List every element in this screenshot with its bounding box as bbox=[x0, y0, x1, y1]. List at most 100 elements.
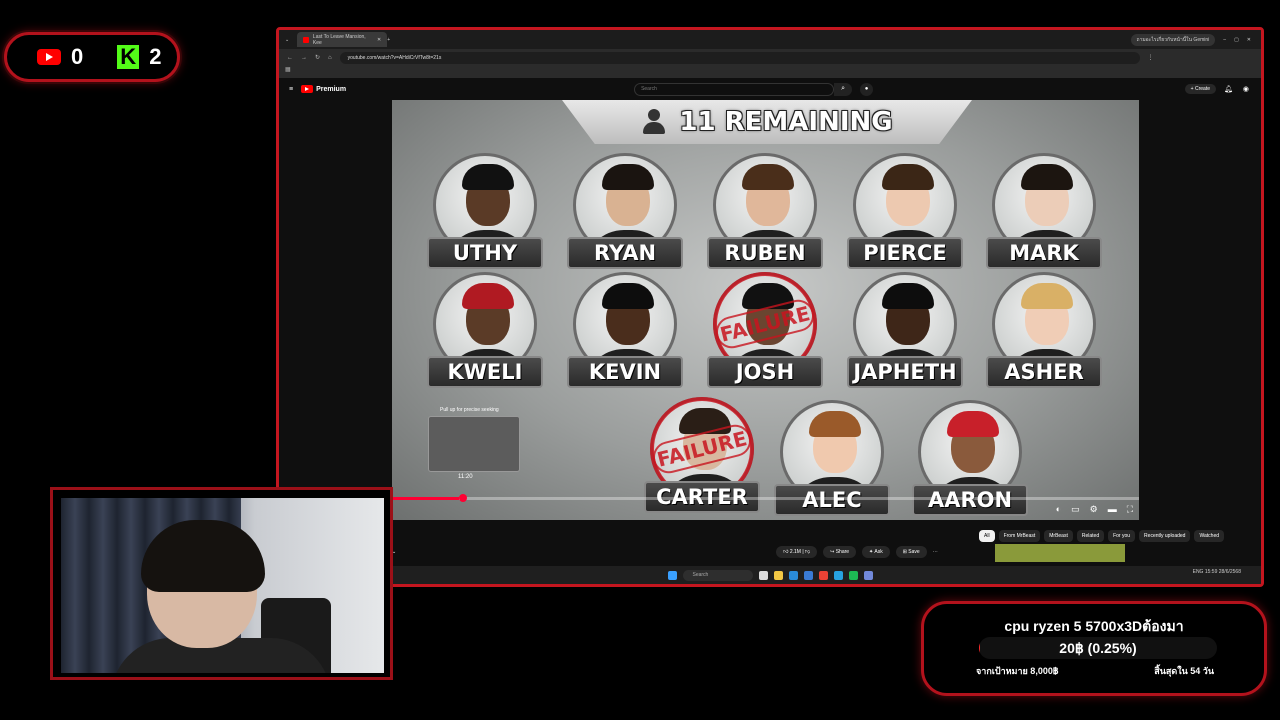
forward-icon[interactable]: → bbox=[301, 55, 307, 61]
apps-icon[interactable]: ▦ bbox=[285, 67, 291, 73]
close-window-icon[interactable]: ✕ bbox=[1247, 37, 1251, 43]
contestant-name: KEVIN bbox=[567, 356, 683, 388]
start-icon[interactable] bbox=[667, 570, 677, 580]
contestant-card: FAILURE JOSH bbox=[703, 272, 827, 390]
system-tray: ENG 15:59 28/6/2568 bbox=[1193, 569, 1241, 575]
contestant-name: PIERCE bbox=[847, 237, 963, 269]
person-icon bbox=[641, 108, 667, 136]
search-input[interactable]: Search bbox=[634, 82, 835, 96]
theater-icon[interactable]: ▬ bbox=[1108, 504, 1117, 515]
youtube-logo-icon bbox=[301, 85, 314, 93]
spotify-icon[interactable] bbox=[848, 570, 858, 580]
windows-taskbar: Search ENG 15:59 28/6/2568 bbox=[279, 566, 1261, 584]
social-counter: 0 K 2 bbox=[4, 32, 180, 82]
avatar[interactable]: ◉ bbox=[1243, 85, 1249, 93]
home-icon[interactable]: ⌂ bbox=[328, 55, 332, 61]
donation-goal: cpu ryzen 5 5700x3Dต้องมา 20฿ (0.25%) จา… bbox=[921, 601, 1267, 696]
store-icon[interactable] bbox=[803, 570, 813, 580]
address-bar-row: ← → ↻ ⌂ youtube.com/watch?v=AHdiCrVfTw8t… bbox=[279, 49, 1261, 66]
share-button[interactable]: ↪ Share bbox=[823, 546, 857, 558]
progress-scrubber[interactable] bbox=[459, 494, 468, 502]
lang-indicator[interactable]: ENG bbox=[1193, 569, 1204, 575]
portrait-hair bbox=[809, 411, 861, 437]
subtitles-icon[interactable]: ▭ bbox=[1071, 504, 1080, 515]
contestant-card: AARON bbox=[908, 400, 1032, 518]
search-icon[interactable]: ⌕ bbox=[834, 82, 853, 96]
url-field[interactable]: youtube.com/watch?v=AHdiCrVfTw8t=21s bbox=[339, 51, 1140, 64]
contestant-card: PIERCE bbox=[843, 153, 967, 271]
settings-icon[interactable]: ⚙ bbox=[1090, 504, 1098, 515]
bookmarks-bar: ▦ bbox=[279, 66, 1261, 78]
youtube-count: 0 bbox=[71, 44, 84, 69]
youtube-brand[interactable]: Premium bbox=[301, 85, 346, 93]
kick-count: 2 bbox=[149, 44, 162, 69]
fullscreen-icon[interactable]: ⛶ bbox=[1127, 504, 1133, 515]
close-icon[interactable]: ✕ bbox=[377, 37, 381, 43]
portrait-hair bbox=[1021, 283, 1073, 309]
minimize-icon[interactable]: – bbox=[1223, 37, 1226, 43]
chip-mrbeast[interactable]: MrBeast bbox=[1044, 530, 1073, 542]
tab-bar: ⌄ Last To Leave Mansion, Kee ✕ + ถามอะไร… bbox=[279, 30, 1261, 49]
bell-icon[interactable]: 🔔︎ bbox=[1224, 85, 1233, 93]
portrait-hair bbox=[882, 283, 934, 309]
chip-from-mrbeast[interactable]: From MrBeast bbox=[998, 530, 1041, 542]
browser-tab[interactable]: Last To Leave Mansion, Kee ✕ bbox=[297, 32, 388, 47]
clock-time[interactable]: 15:59 bbox=[1205, 569, 1218, 575]
contestant-name: ASHER bbox=[986, 356, 1102, 388]
recommendation-chips: All From MrBeast MrBeast Related For you… bbox=[979, 530, 1225, 542]
reload-icon[interactable]: ↻ bbox=[315, 54, 320, 61]
chip-all[interactable]: All bbox=[979, 530, 995, 542]
new-tab-icon[interactable]: + bbox=[387, 37, 390, 43]
portrait-hair bbox=[1021, 164, 1073, 190]
back-icon[interactable]: ← bbox=[287, 55, 293, 61]
video-player[interactable]: 11 REMAINING UTHY RYAN RUBEN PIERCE MARK KWEL… bbox=[392, 100, 1139, 520]
like-count: 2.1M bbox=[789, 549, 801, 555]
taskbar-search[interactable]: Search bbox=[682, 569, 753, 581]
recommended-thumbnail[interactable] bbox=[995, 544, 1125, 562]
contestant-card: KWELI bbox=[423, 272, 547, 390]
more-icon[interactable]: ⋯ bbox=[933, 549, 938, 555]
progress-bar[interactable] bbox=[392, 494, 1139, 502]
like-button[interactable]: 👍︎ 2.1M | 👎︎ bbox=[776, 546, 818, 558]
chip-for-you[interactable]: For you bbox=[1108, 530, 1136, 542]
header-icons: 🔔︎ ◉ bbox=[1224, 85, 1261, 93]
autoplay-toggle-icon[interactable]: ◐ bbox=[1056, 504, 1061, 515]
portrait-hair bbox=[602, 283, 654, 309]
discord-icon[interactable] bbox=[863, 570, 873, 580]
save-label: Save bbox=[908, 549, 920, 555]
create-button[interactable]: + Create bbox=[1184, 84, 1216, 94]
chip-recently-uploaded[interactable]: Recently uploaded bbox=[1139, 530, 1191, 542]
gemini-button[interactable]: ถามอะไรเกี่ยวกับหน้านี้ใน Gemini bbox=[1130, 33, 1216, 46]
ask-button[interactable]: ✦ Ask bbox=[862, 546, 890, 558]
player-controls: ◐ ▭ ⚙ ▬ ⛶ bbox=[1056, 504, 1133, 515]
goal-title: cpu ryzen 5 5700x3Dต้องมา bbox=[1004, 618, 1184, 634]
contestant-card: UTHY bbox=[423, 153, 547, 271]
contestant-name: MARK bbox=[986, 237, 1102, 269]
clock-date[interactable]: 28/6/2568 bbox=[1219, 569, 1241, 575]
menu-icon[interactable]: ≡ bbox=[289, 86, 293, 93]
goal-ends: สิ้นสุดใน 54 วัน bbox=[1154, 666, 1214, 676]
edge-icon[interactable] bbox=[788, 570, 798, 580]
contestant-card: ALEC bbox=[770, 400, 894, 518]
contestant-card: MARK bbox=[982, 153, 1106, 271]
file-explorer-icon[interactable] bbox=[773, 570, 783, 580]
chip-related[interactable]: Related bbox=[1076, 530, 1105, 542]
seek-preview bbox=[428, 416, 520, 472]
save-button[interactable]: ⊞ Save bbox=[895, 546, 927, 558]
youtube-header: ≡ Premium Search ⌕ ● + Create 🔔︎ ◉ bbox=[279, 78, 1261, 100]
contestant-card: ASHER bbox=[982, 272, 1106, 390]
chevron-down-icon[interactable]: ⌄ bbox=[285, 37, 289, 43]
remaining-banner: 11 REMAINING bbox=[562, 100, 972, 144]
ask-label: Ask bbox=[874, 549, 883, 555]
extensions-icon[interactable]: ⋮ bbox=[1148, 54, 1154, 61]
contestant-name: ALEC bbox=[774, 484, 890, 516]
mic-icon[interactable]: ● bbox=[860, 82, 874, 96]
contestant-name: RUBEN bbox=[707, 237, 823, 269]
maximize-icon[interactable]: ▢ bbox=[1234, 37, 1239, 43]
telegram-icon[interactable] bbox=[833, 570, 843, 580]
chip-watched[interactable]: Watched bbox=[1194, 530, 1225, 542]
task-view-icon[interactable] bbox=[758, 570, 768, 580]
contestant-name: RYAN bbox=[567, 237, 683, 269]
youtube-favicon-icon bbox=[303, 36, 309, 43]
chrome-icon[interactable] bbox=[818, 570, 828, 580]
